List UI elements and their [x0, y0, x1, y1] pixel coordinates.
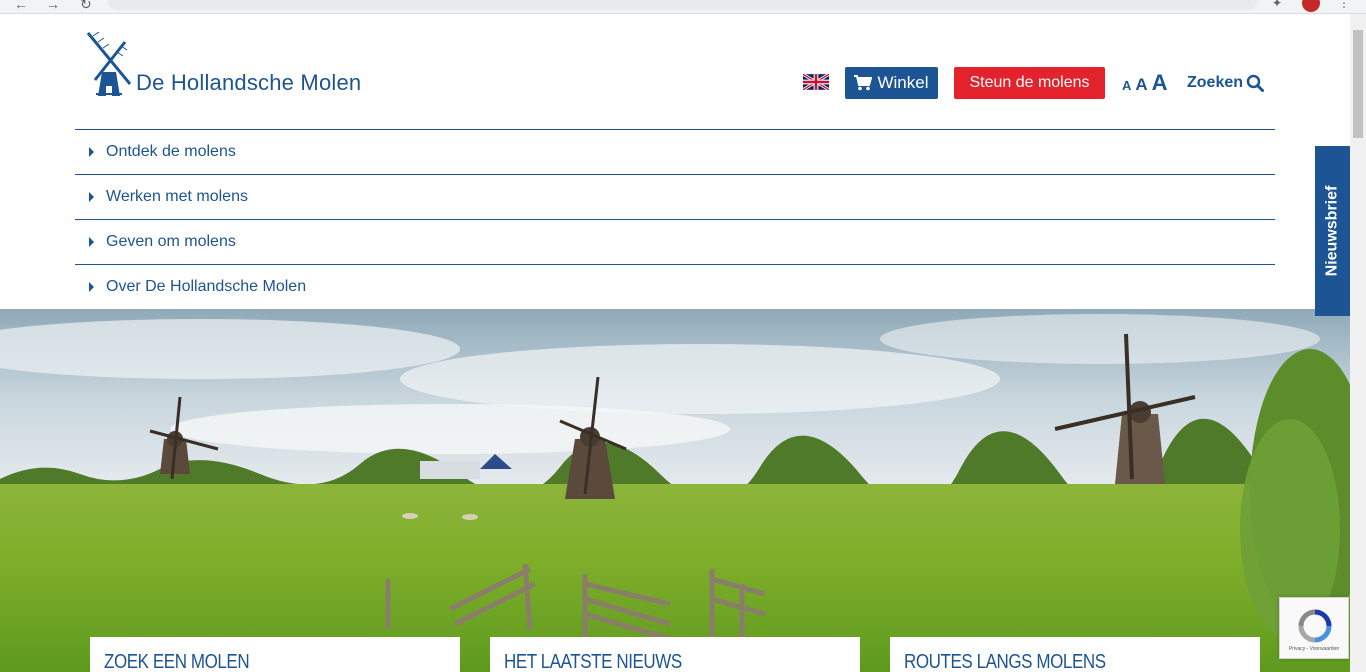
site-logo[interactable]: De Hollandsche Molen — [85, 28, 361, 98]
recaptcha-text: Privacy - Voorwaarden — [1288, 646, 1340, 652]
font-size-medium-button[interactable]: A — [1135, 75, 1147, 95]
card-title: Routes langs molens — [904, 651, 1106, 672]
profile-avatar[interactable] — [1302, 0, 1320, 12]
card-routes[interactable]: Routes langs molens — [890, 637, 1260, 672]
steun-button[interactable]: Steun de molens — [954, 67, 1105, 99]
card-laatste-nieuws[interactable]: Het laatste nieuws — [490, 637, 860, 672]
menu-item-label: Werken met molens — [106, 188, 248, 205]
windmill-logo-icon — [86, 32, 132, 96]
winkel-label: Winkel — [877, 73, 929, 92]
caret-right-icon — [89, 282, 94, 292]
scrollbar-thumb[interactable] — [1353, 30, 1363, 138]
menu-item-ontdek[interactable]: Ontdek de molens — [75, 129, 1275, 174]
menu-item-over[interactable]: Over De Hollandsche Molen — [75, 264, 1275, 309]
font-size-large-button[interactable]: A — [1152, 70, 1168, 96]
menu-item-label: Geven om molens — [106, 233, 236, 250]
card-title: Het laatste nieuws — [504, 651, 682, 672]
caret-right-icon — [89, 147, 94, 157]
page: De Hollandsche Molen Winkel Steun de mol… — [0, 14, 1350, 672]
menu-icon[interactable]: ⋮ — [1338, 0, 1350, 10]
winkel-button[interactable]: Winkel — [845, 67, 938, 99]
back-icon[interactable]: ← — [14, 0, 28, 12]
page-scrollbar[interactable] — [1350, 14, 1366, 672]
hero-image — [0, 309, 1350, 672]
uk-flag-icon[interactable] — [803, 74, 829, 90]
search-label: Zoeken — [1187, 74, 1244, 91]
font-size-small-button[interactable]: A — [1122, 78, 1131, 93]
steun-label: Steun de molens — [969, 74, 1090, 91]
address-bar[interactable] — [108, 0, 1258, 10]
newsletter-label: Nieuwsbrief — [1323, 185, 1341, 277]
menu-item-label: Ontdek de molens — [106, 143, 236, 160]
card-title: Zoek een molen — [104, 651, 250, 672]
cart-icon — [854, 75, 873, 91]
newsletter-tab[interactable]: Nieuwsbrief — [1315, 146, 1350, 316]
logo-text: De Hollandsche Molen — [136, 70, 362, 95]
search-icon — [1246, 74, 1265, 92]
menu-item-werken[interactable]: Werken met molens — [75, 174, 1275, 219]
forward-icon[interactable]: → — [46, 0, 60, 12]
search-button[interactable]: Zoeken — [1187, 74, 1265, 92]
main-menu: Ontdek de molens Werken met molens Geven… — [75, 129, 1275, 309]
menu-item-geven[interactable]: Geven om molens — [75, 219, 1275, 264]
extension-icon[interactable]: ✦ — [1272, 0, 1282, 10]
card-zoek-molen[interactable]: Zoek een molen — [90, 637, 460, 672]
recaptcha-badge[interactable]: Privacy - Voorwaarden — [1279, 597, 1349, 659]
reload-icon[interactable]: ↻ — [80, 0, 92, 13]
menu-item-label: Over De Hollandsche Molen — [106, 278, 307, 295]
caret-right-icon — [89, 192, 94, 202]
font-size-controls: A A A — [1122, 70, 1168, 96]
browser-toolbar: ← → ↻ ✦ ⋮ — [0, 0, 1366, 14]
recaptcha-icon — [1298, 609, 1332, 643]
caret-right-icon — [89, 237, 94, 247]
